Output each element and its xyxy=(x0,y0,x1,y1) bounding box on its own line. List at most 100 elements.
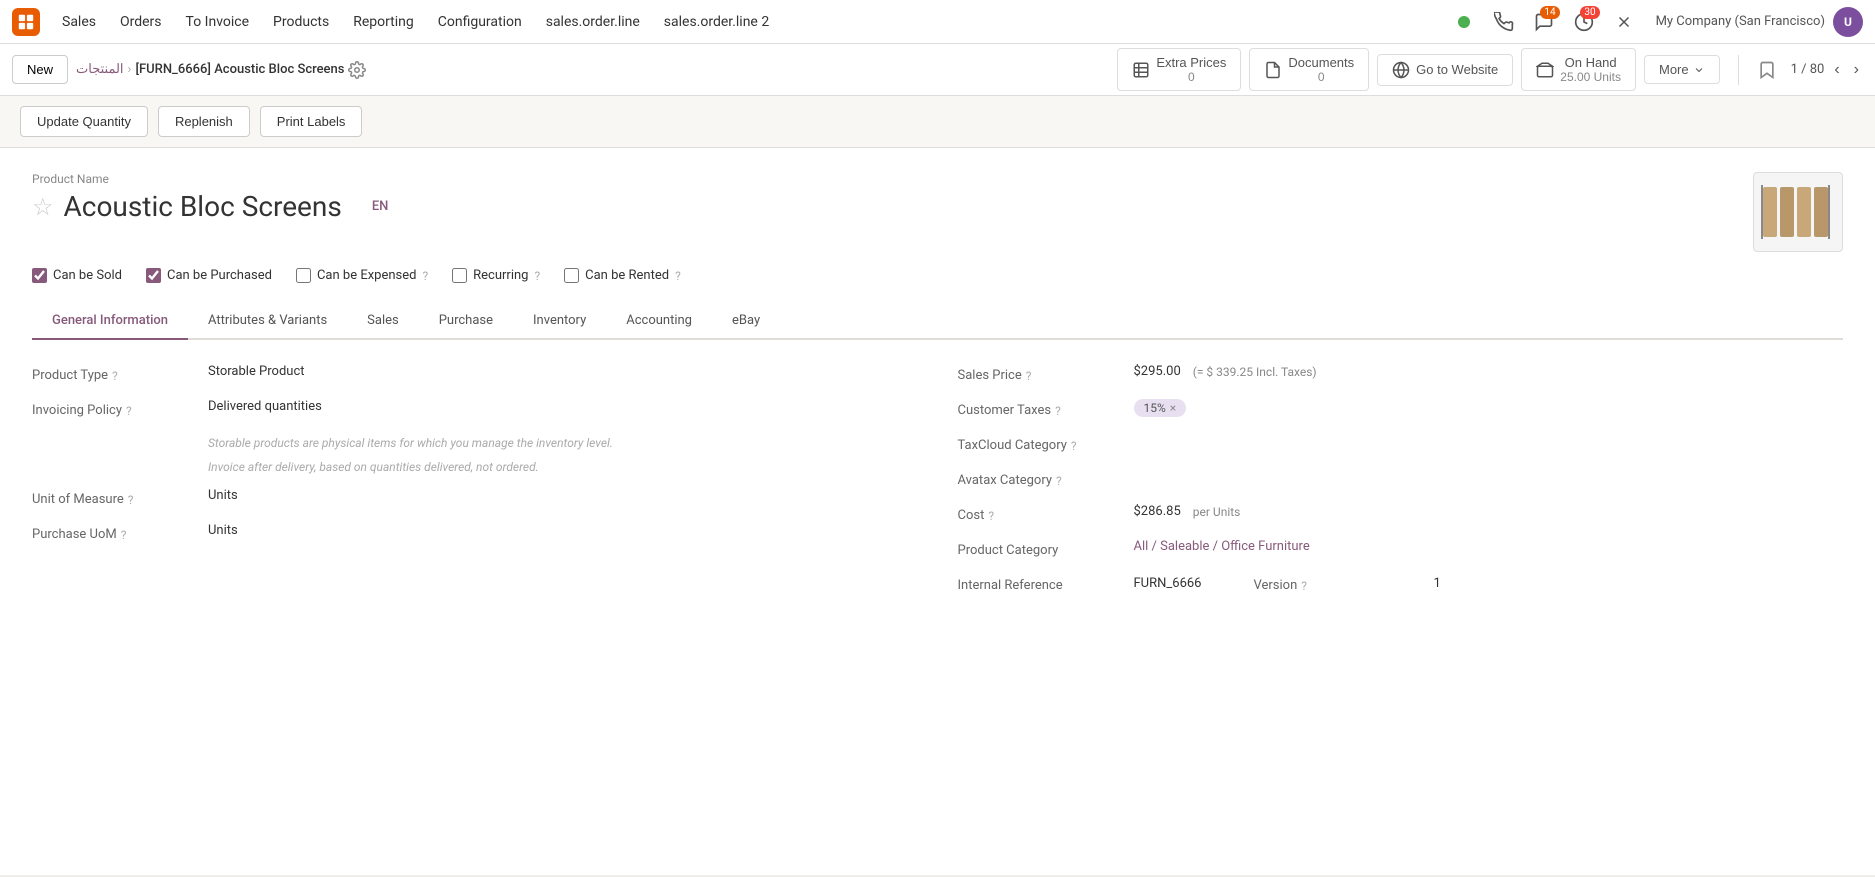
customer-taxes-help-icon[interactable]: ? xyxy=(1055,404,1061,418)
can-be-expensed-label: Can be Expensed xyxy=(317,268,417,283)
purchase-uom-label: Purchase UoM ? xyxy=(32,523,192,542)
tax-remove-icon[interactable]: × xyxy=(1170,401,1176,415)
sales-price-help-icon[interactable]: ? xyxy=(1026,369,1032,383)
can-be-sold-checkbox[interactable]: Can be Sold xyxy=(32,268,122,283)
purchase-uom-value[interactable]: Units xyxy=(208,523,918,538)
can-be-sold-input[interactable] xyxy=(32,268,47,283)
tab-ebay[interactable]: eBay xyxy=(712,303,780,340)
breadcrumb-current: [FURN_6666] Acoustic Bloc Screens xyxy=(135,62,344,77)
go-to-website-button[interactable]: Go to Website xyxy=(1377,54,1513,86)
tab-sales[interactable]: Sales xyxy=(347,303,419,340)
sales-price-value[interactable]: $295.00 xyxy=(1134,364,1181,379)
extra-prices-icon xyxy=(1132,61,1150,79)
cost-help-icon[interactable]: ? xyxy=(988,509,994,523)
tab-accounting[interactable]: Accounting xyxy=(606,303,712,340)
product-type-label: Product Type ? xyxy=(32,364,192,383)
chat-badge: 14 xyxy=(1540,6,1559,19)
can-be-expensed-input[interactable] xyxy=(296,268,311,283)
tax-badge[interactable]: 15% × xyxy=(1134,399,1187,417)
tab-purchase[interactable]: Purchase xyxy=(419,303,513,340)
product-tabs: General Information Attributes & Variant… xyxy=(32,303,1843,340)
clock-icon[interactable]: 30 xyxy=(1568,6,1600,38)
action-bar: Update Quantity Replenish Print Labels xyxy=(0,96,1875,148)
more-label: More xyxy=(1659,62,1689,77)
product-type-value[interactable]: Storable Product xyxy=(208,364,918,379)
can-be-expensed-help-icon[interactable]: ? xyxy=(422,269,428,283)
nav-products[interactable]: Products xyxy=(263,10,339,34)
unit-of-measure-value[interactable]: Units xyxy=(208,488,918,503)
nav-sales[interactable]: Sales xyxy=(52,10,106,34)
extra-prices-button[interactable]: Extra Prices 0 xyxy=(1117,48,1241,91)
language-badge[interactable]: EN xyxy=(372,199,389,214)
extra-prices-count: 0 xyxy=(1156,70,1226,84)
can-be-rented-input[interactable] xyxy=(564,268,579,283)
taxcloud-help-icon[interactable]: ? xyxy=(1071,439,1077,453)
nav-to-invoice[interactable]: To Invoice xyxy=(176,10,260,34)
product-category-value[interactable]: All / Saleable / Office Furniture xyxy=(1134,539,1844,554)
uom-help-icon[interactable]: ? xyxy=(128,493,134,507)
go-to-website-label: Go to Website xyxy=(1416,62,1498,77)
invoicing-policy-help-icon[interactable]: ? xyxy=(126,404,132,418)
can-be-rented-checkbox[interactable]: Can be Rented ? xyxy=(564,268,681,283)
product-flags: Can be Sold Can be Purchased Can be Expe… xyxy=(32,268,1843,283)
replenish-button[interactable]: Replenish xyxy=(158,106,250,137)
version-help-icon[interactable]: ? xyxy=(1301,579,1307,593)
nav-reporting[interactable]: Reporting xyxy=(343,10,424,34)
phone-icon[interactable] xyxy=(1488,6,1520,38)
favorite-star-icon[interactable]: ☆ xyxy=(32,193,54,221)
unit-of-measure-row: Unit of Measure ? Units xyxy=(32,488,918,507)
version-value: 1 xyxy=(1434,576,1441,591)
invoicing-hint-block: Storable products are physical items for… xyxy=(208,434,918,476)
sales-price-label: Sales Price ? xyxy=(958,364,1118,383)
documents-button[interactable]: Documents 0 xyxy=(1249,48,1369,91)
main-content: Product Name ☆ Acoustic Bloc Screens EN … xyxy=(0,148,1875,875)
recurring-checkbox[interactable]: Recurring ? xyxy=(452,268,540,283)
new-button[interactable]: New xyxy=(12,55,68,84)
top-nav-icons: 14 30 My Company (San Francisco) U xyxy=(1448,6,1863,38)
can-be-purchased-checkbox[interactable]: Can be Purchased xyxy=(146,268,272,283)
nav-configuration[interactable]: Configuration xyxy=(428,10,532,34)
product-type-help-icon[interactable]: ? xyxy=(112,369,118,383)
nav-orders[interactable]: Orders xyxy=(110,10,172,34)
close-icon[interactable] xyxy=(1608,6,1640,38)
tab-general-information[interactable]: General Information xyxy=(32,303,188,340)
recurring-input[interactable] xyxy=(452,268,467,283)
purchase-uom-row: Purchase UoM ? Units xyxy=(32,523,918,542)
cost-value[interactable]: $286.85 xyxy=(1134,504,1181,519)
product-category-label: Product Category xyxy=(958,539,1118,558)
version-label: Version ? xyxy=(1254,574,1414,593)
breadcrumb-parent[interactable]: المنتجات xyxy=(76,62,124,77)
hint-invoice: Invoice after delivery, based on quantit… xyxy=(208,458,918,476)
invoicing-policy-value[interactable]: Delivered quantities xyxy=(208,399,918,414)
settings-gear-icon[interactable] xyxy=(348,61,366,79)
breadcrumb-separator: › xyxy=(128,62,132,77)
product-name-row: ☆ Acoustic Bloc Screens EN xyxy=(32,190,1753,223)
purchase-uom-help-icon[interactable]: ? xyxy=(121,528,127,542)
action-buttons: Extra Prices 0 Documents 0 Go to Website… xyxy=(1117,48,1719,91)
can-be-expensed-checkbox[interactable]: Can be Expensed ? xyxy=(296,268,428,283)
can-be-purchased-input[interactable] xyxy=(146,268,161,283)
nav-sales-order-line-2[interactable]: sales.order.line 2 xyxy=(654,10,779,34)
status-indicator[interactable] xyxy=(1448,6,1480,38)
on-hand-button[interactable]: On Hand 25.00 Units xyxy=(1521,48,1636,91)
next-button[interactable]: › xyxy=(1850,57,1863,83)
chat-icon[interactable]: 14 xyxy=(1528,6,1560,38)
unit-of-measure-label: Unit of Measure ? xyxy=(32,488,192,507)
internal-ref-value[interactable]: FURN_6666 xyxy=(1134,576,1202,591)
print-labels-button[interactable]: Print Labels xyxy=(260,106,363,137)
nav-sales-order-line[interactable]: sales.order.line xyxy=(536,10,650,34)
can-be-rented-help-icon[interactable]: ? xyxy=(675,269,681,283)
user-avatar[interactable]: U xyxy=(1833,7,1863,37)
app-logo[interactable] xyxy=(12,8,40,36)
bookmark-icon[interactable] xyxy=(1757,60,1777,80)
product-type-row: Product Type ? Storable Product xyxy=(32,364,918,383)
update-quantity-button[interactable]: Update Quantity xyxy=(20,106,148,137)
invoicing-policy-label: Invoicing Policy ? xyxy=(32,399,192,418)
tab-inventory[interactable]: Inventory xyxy=(513,303,606,340)
avatax-help-icon[interactable]: ? xyxy=(1056,474,1062,488)
product-image[interactable] xyxy=(1753,172,1843,252)
more-button[interactable]: More xyxy=(1644,55,1720,84)
prev-button[interactable]: ‹ xyxy=(1830,57,1843,83)
tab-attributes-variants[interactable]: Attributes & Variants xyxy=(188,303,347,340)
recurring-help-icon[interactable]: ? xyxy=(534,269,540,283)
